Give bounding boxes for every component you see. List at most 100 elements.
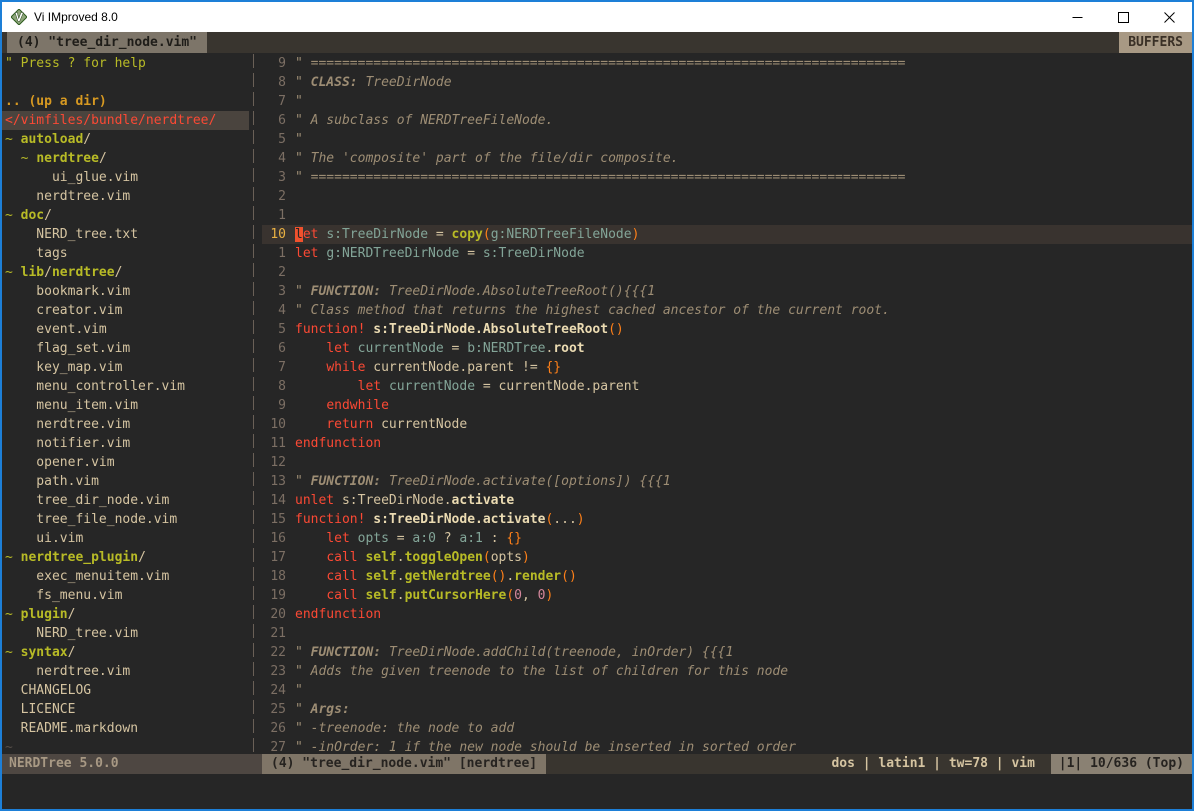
tree-item[interactable]: flag_set.vim xyxy=(5,339,249,358)
maximize-button[interactable] xyxy=(1100,2,1146,32)
tree-item[interactable]: NERD_tree.txt xyxy=(5,225,249,244)
code-line[interactable]: 6 let currentNode = b:NERDTree.root xyxy=(262,339,1192,358)
syntax-segment: / xyxy=(99,151,107,166)
code-line[interactable]: 2 xyxy=(262,187,1192,206)
code-line[interactable]: 11endfunction xyxy=(262,434,1192,453)
tree-item[interactable]: CHANGELOG xyxy=(5,681,249,700)
syntax-segment: let xyxy=(295,246,318,261)
code-line[interactable]: 12 xyxy=(262,453,1192,472)
code-line-current[interactable]: 10let s:TreeDirNode = copy(g:NERDTreeFil… xyxy=(262,225,1192,244)
code-line[interactable]: 18 call self.getNerdtree().render() xyxy=(262,567,1192,586)
syntax-segment: creator.vim xyxy=(5,303,122,318)
tree-item[interactable]: ~ nerdtree/ xyxy=(5,149,249,168)
window-split-separator[interactable] xyxy=(249,53,262,754)
code-line[interactable]: 16 let opts = a:0 ? a:1 : {} xyxy=(262,529,1192,548)
command-line[interactable] xyxy=(2,774,1192,809)
code-line[interactable]: 20endfunction xyxy=(262,605,1192,624)
code-line[interactable]: 10 return currentNode xyxy=(262,415,1192,434)
close-button[interactable] xyxy=(1146,2,1192,32)
syntax-segment: = xyxy=(444,341,467,356)
tree-item[interactable]: ~ plugin/ xyxy=(5,605,249,624)
tree-item[interactable]: ~ syntax/ xyxy=(5,643,249,662)
code-line[interactable]: 22" FUNCTION: TreeDirNode.addChild(treen… xyxy=(262,643,1192,662)
tree-item[interactable]: fs_menu.vim xyxy=(5,586,249,605)
tree-item[interactable]: ~ xyxy=(5,738,249,754)
code-line[interactable]: 8" CLASS: TreeDirNode xyxy=(262,73,1192,92)
code-line[interactable]: 7 while currentNode.parent != {} xyxy=(262,358,1192,377)
code-line[interactable]: 19 call self.putCursorHere(0, 0) xyxy=(262,586,1192,605)
tree-item[interactable]: event.vim xyxy=(5,320,249,339)
tree-item[interactable]: README.markdown xyxy=(5,719,249,738)
tree-item[interactable]: NERD_tree.vim xyxy=(5,624,249,643)
minimize-button[interactable] xyxy=(1054,2,1100,32)
tree-item[interactable]: ~ autoload/ xyxy=(5,130,249,149)
code-line[interactable]: 6" A subclass of NERDTreeFileNode. xyxy=(262,111,1192,130)
tree-item[interactable]: nerdtree.vim xyxy=(5,415,249,434)
tree-item[interactable]: menu_item.vim xyxy=(5,396,249,415)
code-line[interactable]: 2 xyxy=(262,263,1192,282)
buffers-label[interactable]: BUFFERS xyxy=(1119,32,1192,53)
tree-item[interactable]: tags xyxy=(5,244,249,263)
tree-item[interactable]: key_map.vim xyxy=(5,358,249,377)
line-number: 1 xyxy=(262,206,286,225)
syntax-segment: render xyxy=(514,569,561,584)
syntax-segment: s:TreeDirNode.activate xyxy=(373,512,545,527)
code-line[interactable]: 3" =====================================… xyxy=(262,168,1192,187)
tree-item[interactable]: path.vim xyxy=(5,472,249,491)
tree-item[interactable]: opener.vim xyxy=(5,453,249,472)
tab-tree-dir-node[interactable]: (4) "tree_dir_node.vim" xyxy=(7,32,207,53)
tree-item[interactable]: ui.vim xyxy=(5,529,249,548)
tree-item[interactable]: tree_dir_node.vim xyxy=(5,491,249,510)
tree-item[interactable]: ui_glue.vim xyxy=(5,168,249,187)
line-number: 4 xyxy=(262,301,286,320)
syntax-segment: menu_item.vim xyxy=(5,398,138,413)
code-line[interactable]: 7" xyxy=(262,92,1192,111)
tree-item[interactable]: nerdtree.vim xyxy=(5,662,249,681)
tree-item[interactable]: LICENCE xyxy=(5,700,249,719)
editor-pane[interactable]: 9" =====================================… xyxy=(262,53,1192,754)
code-line[interactable]: 3" FUNCTION: TreeDirNode.AbsoluteTreeRoo… xyxy=(262,282,1192,301)
syntax-segment: ~ xyxy=(5,607,21,622)
code-line[interactable]: 9" =====================================… xyxy=(262,54,1192,73)
tree-root-path[interactable]: </vimfiles/bundle/nerdtree/ xyxy=(2,111,249,130)
tree-item[interactable]: nerdtree.vim xyxy=(5,187,249,206)
syntax-segment xyxy=(295,550,326,565)
tree-item[interactable]: " Press ? for help xyxy=(5,54,249,73)
tree-item[interactable]: .. (up a dir) xyxy=(5,92,249,111)
code-line[interactable]: 14unlet s:TreeDirNode.activate xyxy=(262,491,1192,510)
code-line[interactable]: 9 endwhile xyxy=(262,396,1192,415)
syntax-segment: nerdtree.vim xyxy=(5,417,130,432)
code-line[interactable]: 13" FUNCTION: TreeDirNode.activate([opti… xyxy=(262,472,1192,491)
tree-item[interactable]: ~ nerdtree_plugin/ xyxy=(5,548,249,567)
syntax-segment: event.vim xyxy=(5,322,107,337)
code-line[interactable]: 15function! s:TreeDirNode.activate(...) xyxy=(262,510,1192,529)
code-line[interactable]: 23" Adds the given treenode to the list … xyxy=(262,662,1192,681)
code-line[interactable]: 21 xyxy=(262,624,1192,643)
syntax-segment: opts xyxy=(491,550,522,565)
syntax-segment: . xyxy=(397,588,405,603)
line-number: 23 xyxy=(262,662,286,681)
code-line[interactable]: 5" xyxy=(262,130,1192,149)
tree-item[interactable]: tree_file_node.vim xyxy=(5,510,249,529)
code-line[interactable]: 5function! s:TreeDirNode.AbsoluteTreeRoo… xyxy=(262,320,1192,339)
vim-window: Vi IMproved 8.0 (4) "tree_dir_node.vim" … xyxy=(0,0,1194,811)
code-line[interactable]: 1let g:NERDTreeDirNode = s:TreeDirNode xyxy=(262,244,1192,263)
code-line[interactable]: 27" -inOrder: 1 if the new node should b… xyxy=(262,738,1192,754)
code-line[interactable]: 1 xyxy=(262,206,1192,225)
code-line[interactable]: 17 call self.toggleOpen(opts) xyxy=(262,548,1192,567)
tree-item[interactable]: notifier.vim xyxy=(5,434,249,453)
tree-item[interactable]: ~ doc/ xyxy=(5,206,249,225)
syntax-segment xyxy=(295,417,326,432)
code-line[interactable]: 24" xyxy=(262,681,1192,700)
tree-item[interactable]: creator.vim xyxy=(5,301,249,320)
code-line[interactable]: 26" -treenode: the node to add xyxy=(262,719,1192,738)
tree-item[interactable]: bookmark.vim xyxy=(5,282,249,301)
syntax-segment: tags xyxy=(5,246,68,261)
tree-item[interactable]: menu_controller.vim xyxy=(5,377,249,396)
code-line[interactable]: 4" Class method that returns the highest… xyxy=(262,301,1192,320)
code-line[interactable]: 25" Args: xyxy=(262,700,1192,719)
code-line[interactable]: 4" The 'composite' part of the file/dir … xyxy=(262,149,1192,168)
tree-item[interactable]: ~ lib/nerdtree/ xyxy=(5,263,249,282)
tree-item[interactable]: exec_menuitem.vim xyxy=(5,567,249,586)
code-line[interactable]: 8 let currentNode = currentNode.parent xyxy=(262,377,1192,396)
